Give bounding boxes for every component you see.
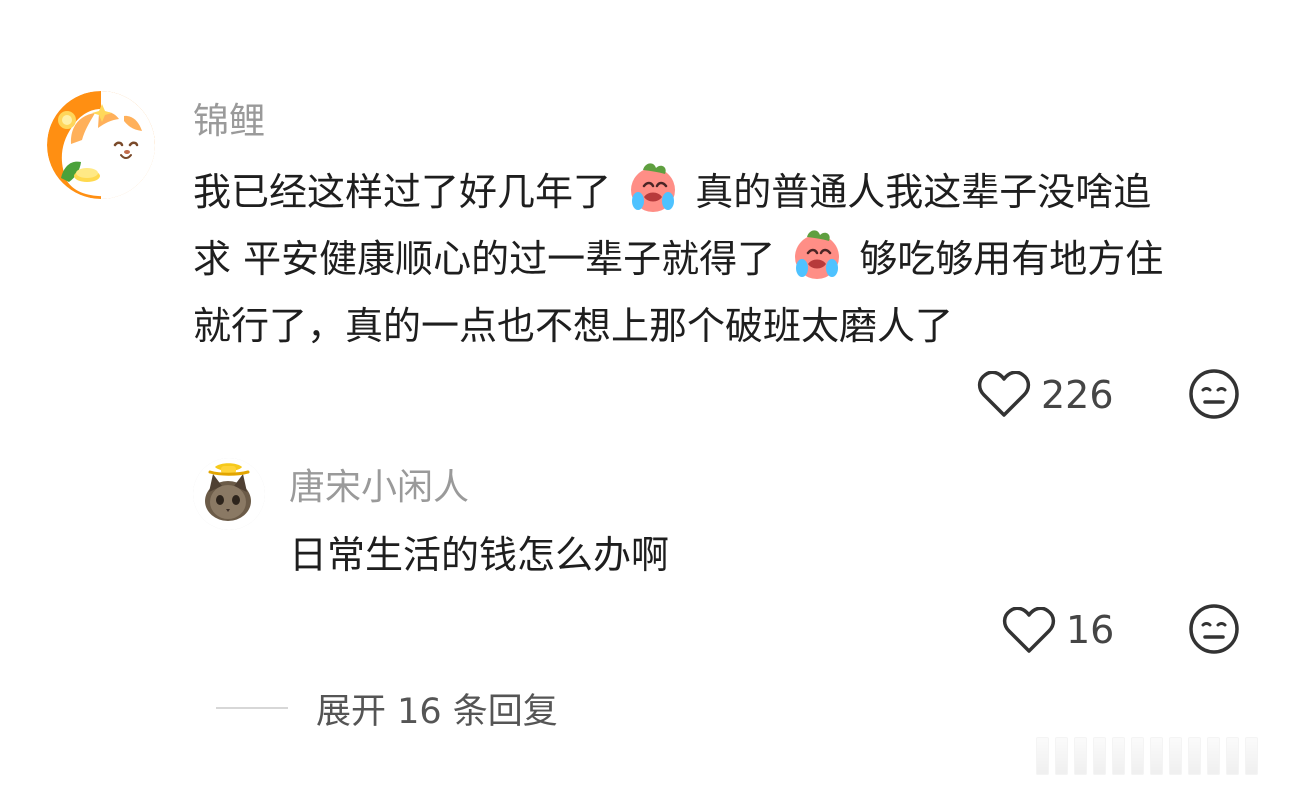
comment-line-1: 我已经这样过了好几年了 真的普通人我这辈子没啥追 [193, 159, 1253, 226]
neutral-face-icon[interactable] [1187, 367, 1241, 421]
watermark-bar [1036, 737, 1049, 775]
expand-replies-label: 展开 16 条回复 [316, 691, 558, 732]
watermark-bar [1188, 737, 1201, 775]
crying-face-emoji [789, 227, 845, 283]
neutral-face-icon[interactable] [1187, 602, 1241, 656]
expand-replies-button[interactable]: 展开 16 条回复 [216, 688, 558, 732]
watermark-bar [1112, 737, 1125, 775]
watermark-bar [1245, 737, 1258, 775]
watermark-bar [1169, 737, 1182, 775]
avatar[interactable] [47, 91, 155, 199]
watermark-bar [1055, 737, 1068, 775]
reply-like-count: 16 [1066, 608, 1115, 652]
watermark-bar [1226, 737, 1239, 775]
watermark-bar [1207, 737, 1220, 775]
heart-outline-icon[interactable] [977, 371, 1031, 419]
comment-line-1-part-1: 我已经这样过了好几年了 [193, 170, 612, 214]
crying-face-emoji [625, 160, 681, 216]
cat-avatar-icon [193, 458, 265, 530]
like-count: 226 [1041, 373, 1114, 417]
divider-line [216, 707, 288, 709]
comment-author[interactable]: 锦鲤 [193, 104, 265, 140]
reply-author[interactable]: 唐宋小闲人 [289, 470, 469, 506]
watermark [1036, 736, 1286, 776]
comment-text: 我已经这样过了好几年了 真的普通人我这辈子没啥追 求 平安健康顺心的过一辈子就得… [193, 159, 1253, 360]
reply-avatar[interactable] [193, 458, 265, 530]
comment-line-1-part-2: 真的普通人我这辈子没啥追 [695, 170, 1152, 214]
reply-text: 日常生活的钱怎么办啊 [289, 533, 670, 577]
comment-line-2-part-2: 够吃够用有地方住 [859, 237, 1164, 281]
watermark-bar [1131, 737, 1144, 775]
watermark-bar [1093, 737, 1106, 775]
watermark-bar [1074, 737, 1087, 775]
heart-outline-icon[interactable] [1002, 607, 1056, 655]
comment-line-3: 就行了，真的一点也不想上那个破班太磨人了 [193, 304, 954, 348]
comment-line-2: 求 平安健康顺心的过一辈子就得了 够吃够用有地方住 [193, 226, 1253, 293]
comment-line-2-part-1: 求 平安健康顺心的过一辈子就得了 [193, 237, 776, 281]
watermark-bar [1150, 737, 1163, 775]
cat-avatar-icon [47, 91, 155, 199]
